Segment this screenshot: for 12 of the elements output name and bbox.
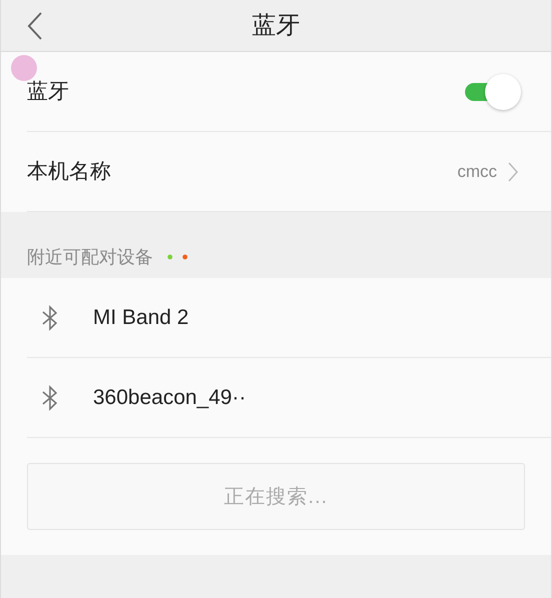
setting-value: cmcc (457, 160, 497, 183)
device-item[interactable]: MI Band 2 (27, 278, 551, 358)
status-text: 正在搜索... (224, 484, 328, 510)
setting-label: 本机名称 (27, 158, 112, 185)
toggle-switch[interactable] (465, 74, 519, 110)
section-title: 附近可配对设备 (27, 246, 153, 268)
setting-label: 蓝牙 (27, 78, 70, 105)
device-name: 360beacon_49·· (93, 384, 246, 411)
device-name: MI Band 2 (93, 304, 189, 331)
window-title: 蓝牙 (252, 10, 300, 40)
chevron-right-icon[interactable] (507, 160, 519, 182)
device-item[interactable]: 360beacon_49·· (27, 358, 551, 438)
